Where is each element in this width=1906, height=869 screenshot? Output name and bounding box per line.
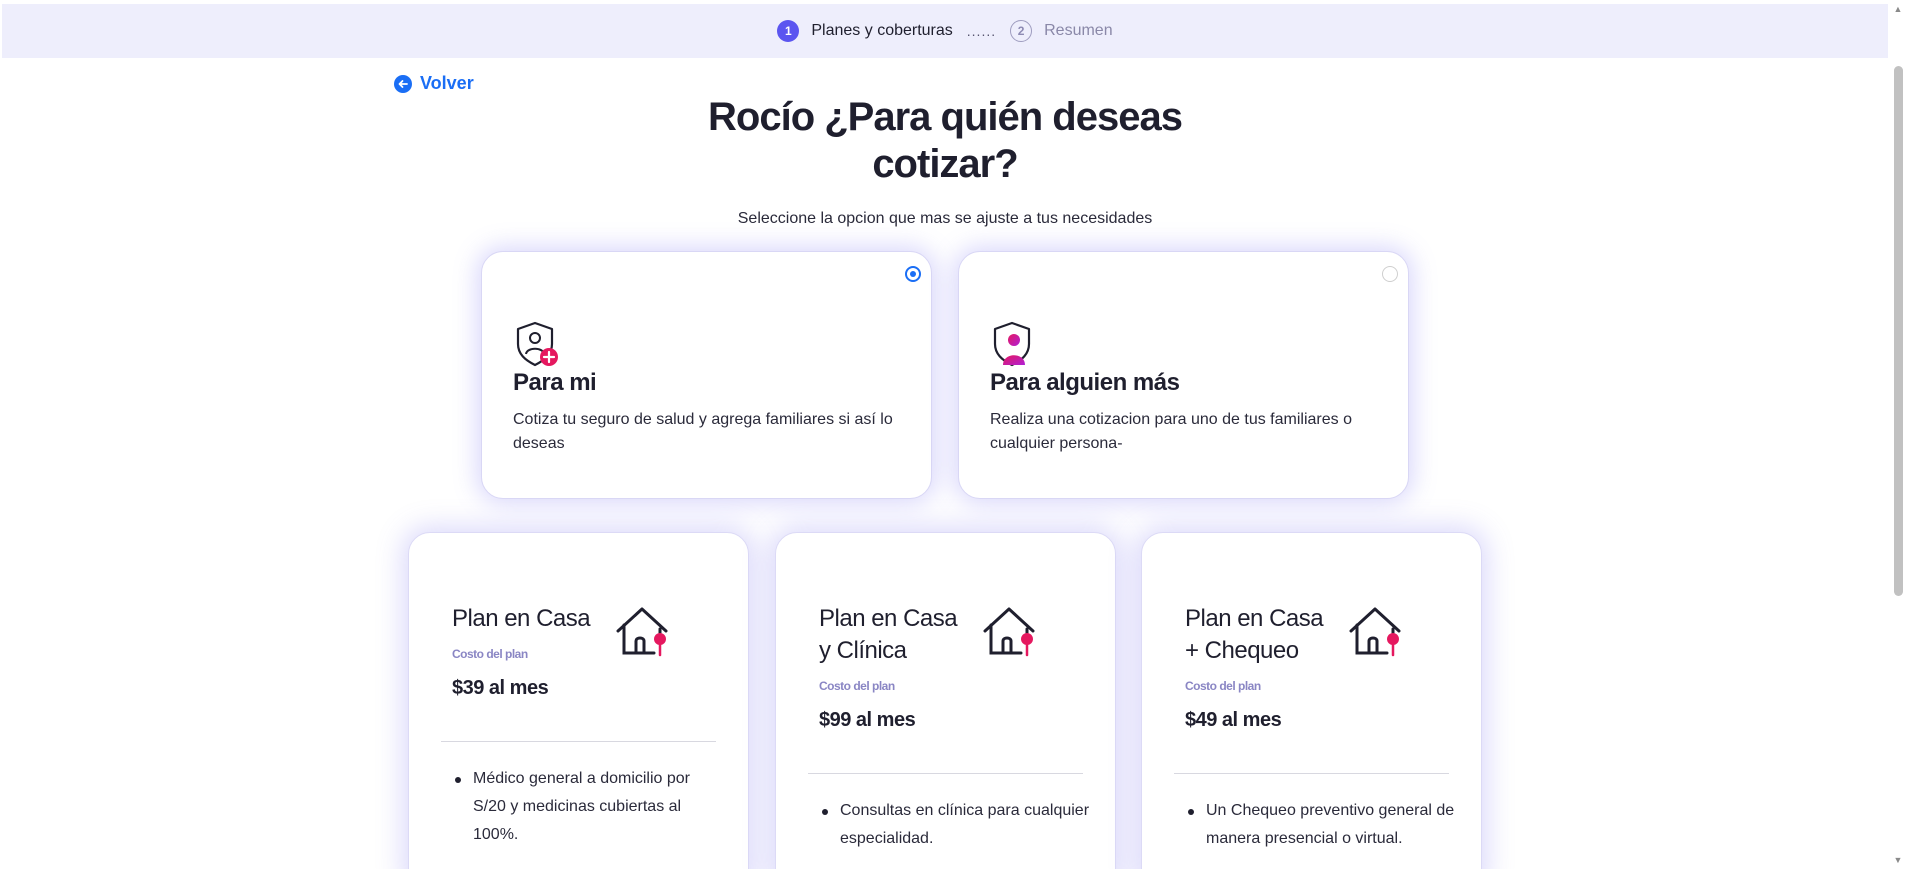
scroll-up-icon[interactable]: ▲ xyxy=(1893,4,1903,14)
page-subtitle: Seleccione la opcion que mas se ajuste a… xyxy=(737,210,1153,227)
plan-feature: Médico general a domicilio por S/20 y me… xyxy=(453,765,723,849)
option-desc-para-alguien: Realiza una cotizacion para uno de tus f… xyxy=(990,411,1352,452)
shield-person-icon xyxy=(993,321,1031,367)
scroll-down-icon[interactable]: ▼ xyxy=(1893,855,1903,865)
radio-para-mi[interactable] xyxy=(905,266,921,282)
step-planes[interactable]: 1 Planes y coberturas xyxy=(777,20,953,42)
scrollbar-thumb[interactable] xyxy=(1894,66,1903,596)
step-resumen[interactable]: 2 Resumen xyxy=(1010,20,1113,42)
plan-price: $99 al mes xyxy=(819,709,916,731)
page-title-line1: Rocío ¿Para quién deseas xyxy=(708,95,1183,139)
radio-para-alguien[interactable] xyxy=(1382,266,1398,282)
option-title-para-mi: Para mi xyxy=(513,369,597,396)
plan-name: Plan en Casa + Chequeo xyxy=(1185,605,1324,664)
plan-card-casa-chequeo[interactable]: Plan en Casa + Chequeo Costo del plan $4… xyxy=(1141,532,1482,869)
plan-feature: Un Chequeo preventivo general de manera … xyxy=(1186,797,1456,853)
step-number-1: 1 xyxy=(777,20,800,42)
option-card-para-alguien[interactable]: Para alguien más Realiza una cotizacion … xyxy=(958,251,1409,499)
plan-cost-label: Costo del plan xyxy=(819,679,895,693)
stepper-bar: 1 Planes y coberturas ...... 2 Resumen xyxy=(2,4,1888,58)
house-pin-icon xyxy=(616,607,668,657)
step-label-resumen: Resumen xyxy=(1044,22,1113,39)
plan-cost-label: Costo del plan xyxy=(452,647,528,661)
step-label-planes: Planes y coberturas xyxy=(811,22,953,39)
step-separator: ...... xyxy=(966,23,997,39)
plan-divider xyxy=(1174,773,1449,774)
plan-card-casa-clinica[interactable]: Plan en Casa y Clínica Costo del plan $9… xyxy=(775,532,1116,869)
option-card-para-mi[interactable]: Para mi Cotiza tu seguro de salud y agre… xyxy=(481,251,932,499)
plan-name: Plan en Casa xyxy=(452,605,591,632)
plan-divider xyxy=(808,773,1083,774)
plan-features: Un Chequeo preventivo general de manera … xyxy=(1186,797,1456,853)
plan-feature: Consultas en clínica para cualquier espe… xyxy=(820,797,1090,853)
scrollbar[interactable]: ▲ ▼ xyxy=(1890,0,1906,869)
plan-name-block: Plan en Casa y Clínica Costo del plan $9… xyxy=(819,603,959,736)
plan-features: Consultas en clínica para cualquier espe… xyxy=(820,797,1090,853)
house-pin-icon xyxy=(1349,607,1401,657)
plan-name-block: Plan en Casa Costo del plan $39 al mes xyxy=(452,603,592,704)
arrow-left-icon xyxy=(394,74,412,93)
plan-features: Médico general a domicilio por S/20 y me… xyxy=(453,765,723,849)
option-desc-para-mi: Cotiza tu seguro de salud y agrega famil… xyxy=(513,411,893,452)
plan-price: $39 al mes xyxy=(452,677,549,699)
plan-divider xyxy=(441,741,716,742)
plan-price: $49 al mes xyxy=(1185,709,1282,731)
page-title: Rocío ¿Para quién deseas cotizar? xyxy=(700,94,1190,188)
shield-user-plus-icon xyxy=(516,321,558,367)
option-title-para-alguien: Para alguien más xyxy=(990,369,1180,396)
plan-card-en-casa[interactable]: Plan en Casa Costo del plan $39 al mes M… xyxy=(408,532,749,869)
house-pin-icon xyxy=(983,607,1035,657)
page-title-line2: cotizar? xyxy=(872,142,1018,186)
back-link[interactable]: Volver xyxy=(394,73,474,94)
step-number-2: 2 xyxy=(1010,20,1033,42)
plan-name-block: Plan en Casa + Chequeo Costo del plan $4… xyxy=(1185,603,1325,736)
plan-name: Plan en Casa y Clínica xyxy=(819,605,958,664)
back-link-label: Volver xyxy=(420,73,474,93)
plan-cost-label: Costo del plan xyxy=(1185,679,1261,693)
